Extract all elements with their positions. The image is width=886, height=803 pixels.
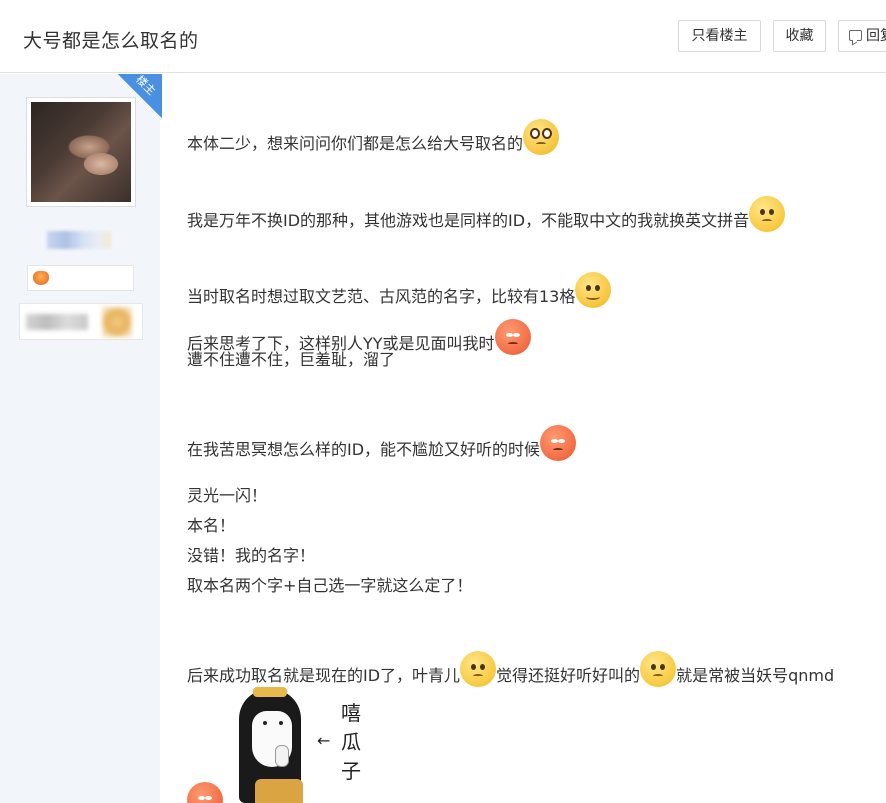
honor-badge[interactable] <box>19 303 143 340</box>
post-line: 当时取名时想过取文艺范、古风范的名字，比较有13格 <box>187 272 612 308</box>
sticker-eye <box>279 721 283 725</box>
sad-emoji-icon <box>460 651 497 687</box>
avatar-image <box>31 102 131 202</box>
honor-badge-blurred-text <box>26 314 88 330</box>
fire-icon <box>33 271 49 285</box>
post-line: 遭不住遭不住，巨羞耻，溜了 <box>187 350 396 369</box>
sticker-hand <box>275 745 289 767</box>
post-line: 我是万年不换ID的那种，其他游戏也是同样的ID，不能取中文的我就换英文拼音 <box>187 196 786 232</box>
level-badge[interactable] <box>27 265 134 291</box>
crying-eyes-emoji-icon <box>523 119 560 155</box>
post-line: 灵光一闪！ <box>187 486 268 505</box>
username-blurred[interactable] <box>47 231 111 249</box>
page-title: 大号都是怎么取名的 <box>23 30 199 52</box>
sad-emoji-icon <box>640 651 677 687</box>
post-header: 大号都是怎么取名的 只看楼主 收藏 回复 <box>0 0 886 73</box>
angry-emoji-icon <box>187 782 223 803</box>
post-line: 本名！ <box>187 516 236 535</box>
reply-label: 回复 <box>866 28 886 44</box>
sad-emoji-icon <box>749 196 786 232</box>
angry-emoji-icon <box>540 425 577 461</box>
post-line: 取本名两个字+自己选一字就这么定了！ <box>187 576 473 595</box>
angry-emoji-icon <box>494 319 531 355</box>
smile-emoji-icon <box>575 272 612 308</box>
post-line: 在我苦思冥想怎么样的ID，能不尴尬又好听的时候 <box>187 425 577 461</box>
post-line: 没错！我的名字！ <box>187 546 316 565</box>
only-op-button[interactable]: 只看楼主 <box>678 20 761 52</box>
arrow-left-icon: ← <box>317 731 331 750</box>
post-line: 本体二少，想来问问你们都是怎么给大号取名的 <box>187 119 560 155</box>
reply-button[interactable]: 回复 <box>838 20 886 52</box>
sticker-collar <box>255 779 303 803</box>
sticker-text: 嘻瓜子 <box>341 701 361 783</box>
sticker-eye <box>263 721 267 725</box>
favorite-button[interactable]: 收藏 <box>773 20 826 52</box>
sticker-crown <box>253 687 287 697</box>
post-line: 后来成功取名就是现在的ID了，叶青儿 觉得还挺好听好叫的 就是常被当妖号qnmd <box>187 651 834 687</box>
meme-sticker-image: ← 嘻瓜子 <box>225 687 383 803</box>
honor-badge-blurred-icon <box>102 307 132 337</box>
comment-icon <box>849 30 862 41</box>
